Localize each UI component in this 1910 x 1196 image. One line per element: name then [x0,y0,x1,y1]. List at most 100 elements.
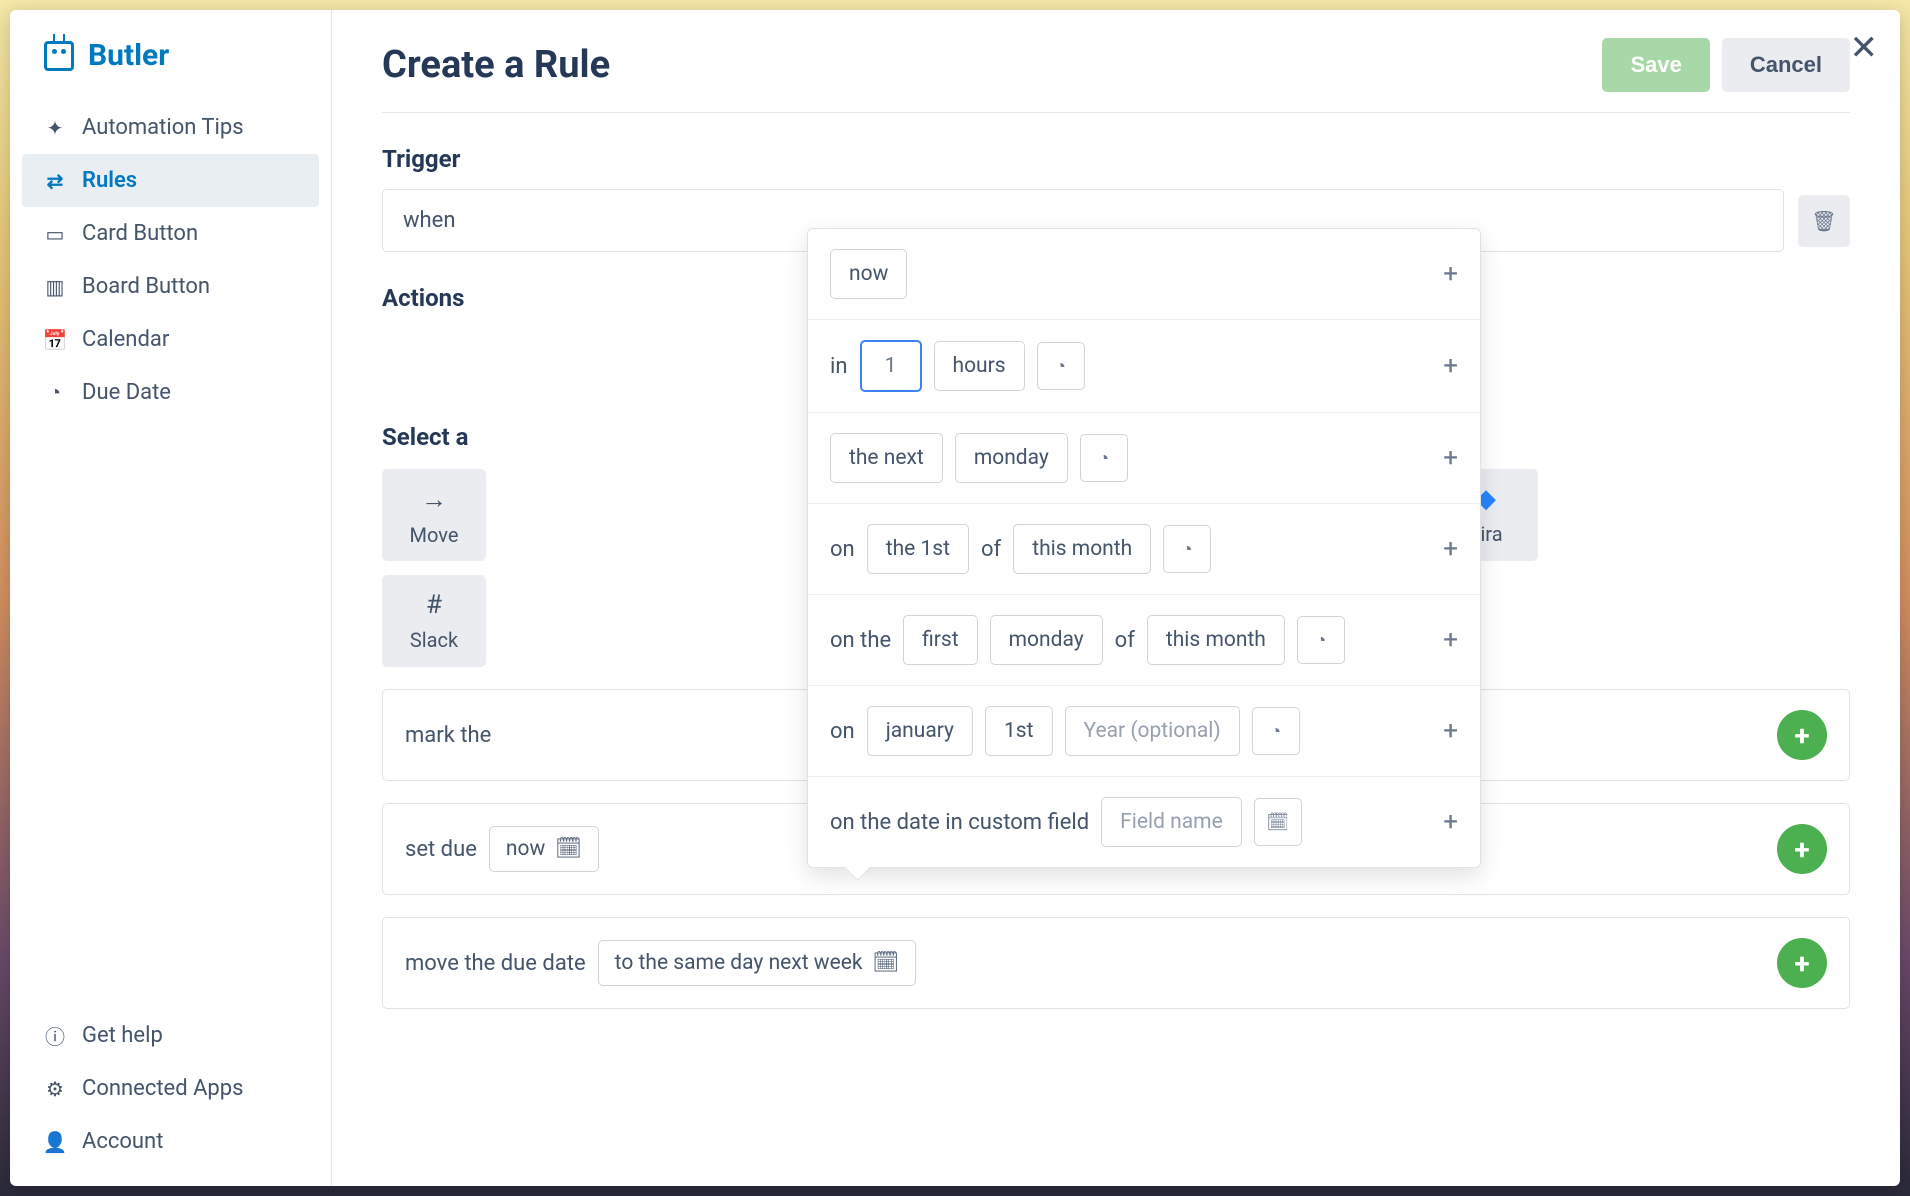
move-due-pill[interactable]: to the same day next week 🗓 [598,940,917,986]
popover-text: on the date in custom field [830,810,1089,835]
sidebar-item-automation-tips[interactable]: ✦ Automation Tips [10,101,331,154]
arrow-right-icon: → [421,484,447,515]
sidebar-item-account[interactable]: 👤 Account [10,1115,331,1168]
calendar-icon: 📅 [44,329,66,351]
trash-icon: 🗑 [1811,209,1836,233]
popover-row: the nextmonday◔ + [808,413,1480,504]
clock-icon: ◔ [44,382,66,404]
slack-icon: # [426,590,442,620]
action-row-move-due[interactable]: move the due date to the same day next w… [382,917,1850,1009]
sidebar: Butler ✦ Automation Tips ⇄ Rules ▭ Card … [10,10,332,1186]
popover-token[interactable]: now [830,249,907,299]
sidebar-item-rules[interactable]: ⇄ Rules [22,154,319,207]
sidebar-item-label: Account [82,1129,163,1154]
tab-slack[interactable]: # Slack [382,575,486,667]
tab-move[interactable]: → Move [382,469,486,561]
add-action-button[interactable]: + [1777,938,1827,988]
clock-icon[interactable]: ◔ [1163,525,1211,573]
sidebar-item-label: Automation Tips [82,115,244,140]
clock-icon[interactable]: ◔ [1037,342,1085,390]
sidebar-item-due-date[interactable]: ◔ Due Date [10,366,331,419]
popover-token[interactable]: this month [1013,524,1151,574]
popover-text: of [1115,628,1135,653]
card-icon: ▭ [44,223,66,245]
popover-placeholder-input[interactable]: Year (optional) [1065,706,1240,756]
popover-token[interactable]: first [903,615,977,665]
board-icon: ▥ [44,276,66,298]
clock-icon[interactable]: ◔ [1297,616,1345,664]
sidebar-item-card-button[interactable]: ▭ Card Button [10,207,331,260]
clock-icon[interactable]: ◔ [1080,434,1128,482]
sparkle-icon: ✦ [44,117,66,139]
popover-text: on [830,537,855,562]
add-action-button[interactable]: + [1777,824,1827,874]
add-option-button[interactable]: + [1443,443,1458,473]
popover-token[interactable]: 1st [985,706,1053,756]
info-icon: ⓘ [44,1025,66,1047]
tab-label: Slack [410,628,458,652]
add-action-button[interactable]: + [1777,710,1827,760]
popover-token[interactable]: monday [955,433,1068,483]
sidebar-item-label: Rules [82,168,137,193]
popover-row: on january1stYear (optional)◔ + [808,686,1480,777]
popover-placeholder-input[interactable]: Field name [1101,797,1242,847]
page-title: Create a Rule [382,43,610,87]
popover-text: of [981,537,1001,562]
popover-token[interactable]: the 1st [867,524,969,574]
calendar-small-icon: 🗓 [555,837,582,861]
cancel-button[interactable]: Cancel [1722,38,1850,92]
popover-token[interactable]: the next [830,433,943,483]
header-actions: Save Cancel [1602,38,1850,92]
brand: Butler [10,28,331,101]
add-option-button[interactable]: + [1443,807,1458,837]
add-option-button[interactable]: + [1443,625,1458,655]
calendar-picker-icon[interactable]: 🗓 [1254,798,1302,846]
sidebar-item-get-help[interactable]: ⓘ Get help [10,1009,331,1062]
popover-token[interactable]: monday [990,615,1103,665]
add-option-button[interactable]: + [1443,716,1458,746]
action-text: set due [405,837,477,862]
popover-row: on the date in custom field Field name🗓 + [808,777,1480,867]
action-text: mark the [405,723,491,748]
tab-label: Move [410,523,459,547]
popover-token[interactable]: hours [934,341,1025,391]
brand-name: Butler [88,38,169,73]
sidebar-item-label: Card Button [82,221,198,246]
sidebar-item-connected-apps[interactable]: ⚙ Connected Apps [10,1062,331,1115]
sidebar-bottom: ⓘ Get help ⚙ Connected Apps 👤 Account [10,1009,331,1168]
add-option-button[interactable]: + [1443,351,1458,381]
popover-row: on the 1st of this month◔ + [808,504,1480,595]
popover-number-input[interactable]: 1 [860,340,922,392]
sidebar-nav: ✦ Automation Tips ⇄ Rules ▭ Card Button … [10,101,331,1009]
gear-icon: ⚙ [44,1078,66,1100]
due-now-pill[interactable]: now 🗓 [489,826,599,872]
popover-row: in1hours◔+ [808,320,1480,413]
sidebar-item-label: Board Button [82,274,210,299]
sidebar-item-calendar[interactable]: 📅 Calendar [10,313,331,366]
sidebar-item-label: Get help [82,1023,163,1048]
sidebar-item-board-button[interactable]: ▥ Board Button [10,260,331,313]
popover-token[interactable]: january [867,706,973,756]
save-button[interactable]: Save [1602,38,1709,92]
add-option-button[interactable]: + [1443,534,1458,564]
popover-text: on [830,719,855,744]
butler-robot-icon [44,41,74,71]
popover-row: now + [808,229,1480,320]
popover-text: on the [830,628,891,653]
popover-token[interactable]: this month [1147,615,1285,665]
action-text: move the due date [405,951,586,976]
trigger-prefix: when [403,208,455,233]
add-option-button[interactable]: + [1443,259,1458,289]
clock-icon[interactable]: ◔ [1252,707,1300,755]
sidebar-item-label: Due Date [82,380,171,405]
popover-row: on the first monday of this month◔ + [808,595,1480,686]
app-window: Butler ✦ Automation Tips ⇄ Rules ▭ Card … [10,10,1900,1186]
delete-trigger-button[interactable]: 🗑 [1798,195,1850,247]
close-icon[interactable]: ✕ [1850,28,1879,68]
main-content: ✕ Create a Rule Save Cancel Trigger when… [332,10,1900,1186]
date-options-popover: now+in1hours◔+the nextmonday◔+onthe 1sto… [807,228,1481,868]
calendar-small-icon: 🗓 [873,951,900,975]
sidebar-item-label: Connected Apps [82,1076,244,1101]
sidebar-item-label: Calendar [82,327,169,352]
user-icon: 👤 [44,1131,66,1153]
